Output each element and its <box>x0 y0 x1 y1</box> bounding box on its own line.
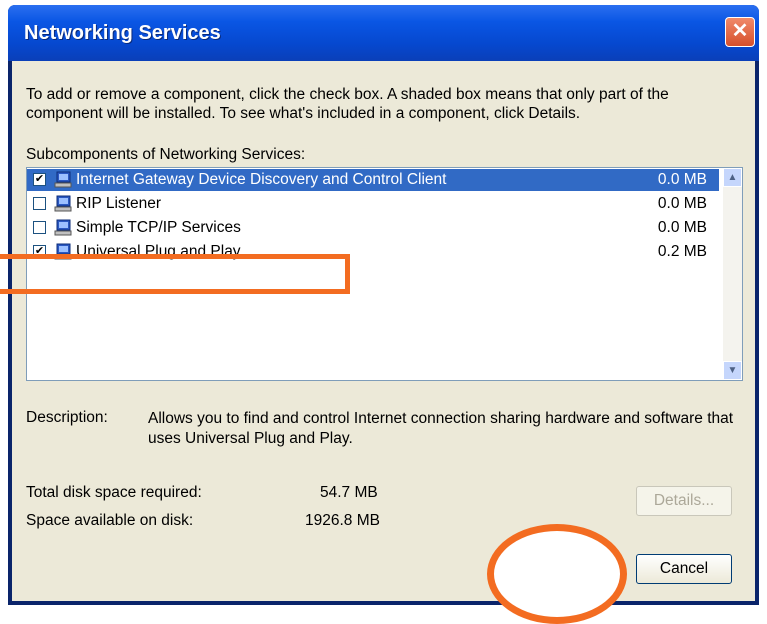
component-name: RIP Listener <box>76 195 162 212</box>
disk-required-value: 54.7 MB <box>320 484 378 501</box>
component-name: Simple TCP/IP Services <box>76 219 241 236</box>
checkbox-internet-gateway[interactable]: ✔ <box>33 173 46 186</box>
checkbox-rip-listener[interactable] <box>33 197 46 210</box>
disk-required-label: Total disk space required: <box>26 484 202 501</box>
list-item[interactable]: ✔ Internet Gateway Device Discovery and … <box>27 169 719 191</box>
description-label: Description: <box>26 409 108 426</box>
network-computer-icon <box>54 171 72 188</box>
network-computer-icon <box>54 219 72 236</box>
component-size: 0.2 MB <box>657 243 707 260</box>
chevron-down-icon: ▼ <box>727 365 738 376</box>
disk-available-label: Space available on disk: <box>26 512 194 529</box>
details-button[interactable]: Details... <box>636 486 732 516</box>
disk-available-value: 1926.8 MB <box>305 512 380 529</box>
networking-services-dialog: Networking Services ✕ To add or remove a… <box>8 5 759 605</box>
component-name: Internet Gateway Device Discovery and Co… <box>75 171 448 189</box>
chevron-up-icon: ▲ <box>727 172 738 183</box>
highlight-box-universal-plug-and-play <box>0 254 350 294</box>
close-icon: ✕ <box>731 20 749 42</box>
checkbox-simple-tcpip[interactable] <box>33 221 46 234</box>
subcomponents-label: Subcomponents of Networking Services: <box>26 146 306 163</box>
dialog-body: To add or remove a component, click the … <box>12 61 755 601</box>
highlight-circle-ok-button <box>487 524 627 624</box>
network-computer-icon <box>54 195 72 212</box>
cancel-button[interactable]: Cancel <box>636 554 732 584</box>
component-size: 0.0 MB <box>657 219 707 236</box>
description-text: Allows you to find and control Internet … <box>148 410 734 447</box>
scroll-up-button[interactable]: ▲ <box>723 168 742 187</box>
component-size: 0.0 MB <box>657 171 707 188</box>
window-title: Networking Services <box>24 22 221 44</box>
instructions-text: To add or remove a component, click the … <box>26 86 669 122</box>
list-item[interactable]: Simple TCP/IP Services 0.0 MB <box>27 217 719 239</box>
list-item[interactable]: RIP Listener 0.0 MB <box>27 193 719 215</box>
component-size: 0.0 MB <box>657 195 707 212</box>
scroll-down-button[interactable]: ▼ <box>723 361 742 380</box>
list-scrollbar[interactable]: ▲ ▼ <box>723 168 742 380</box>
title-bar[interactable]: Networking Services ✕ <box>8 5 759 61</box>
close-button[interactable]: ✕ <box>725 17 755 47</box>
